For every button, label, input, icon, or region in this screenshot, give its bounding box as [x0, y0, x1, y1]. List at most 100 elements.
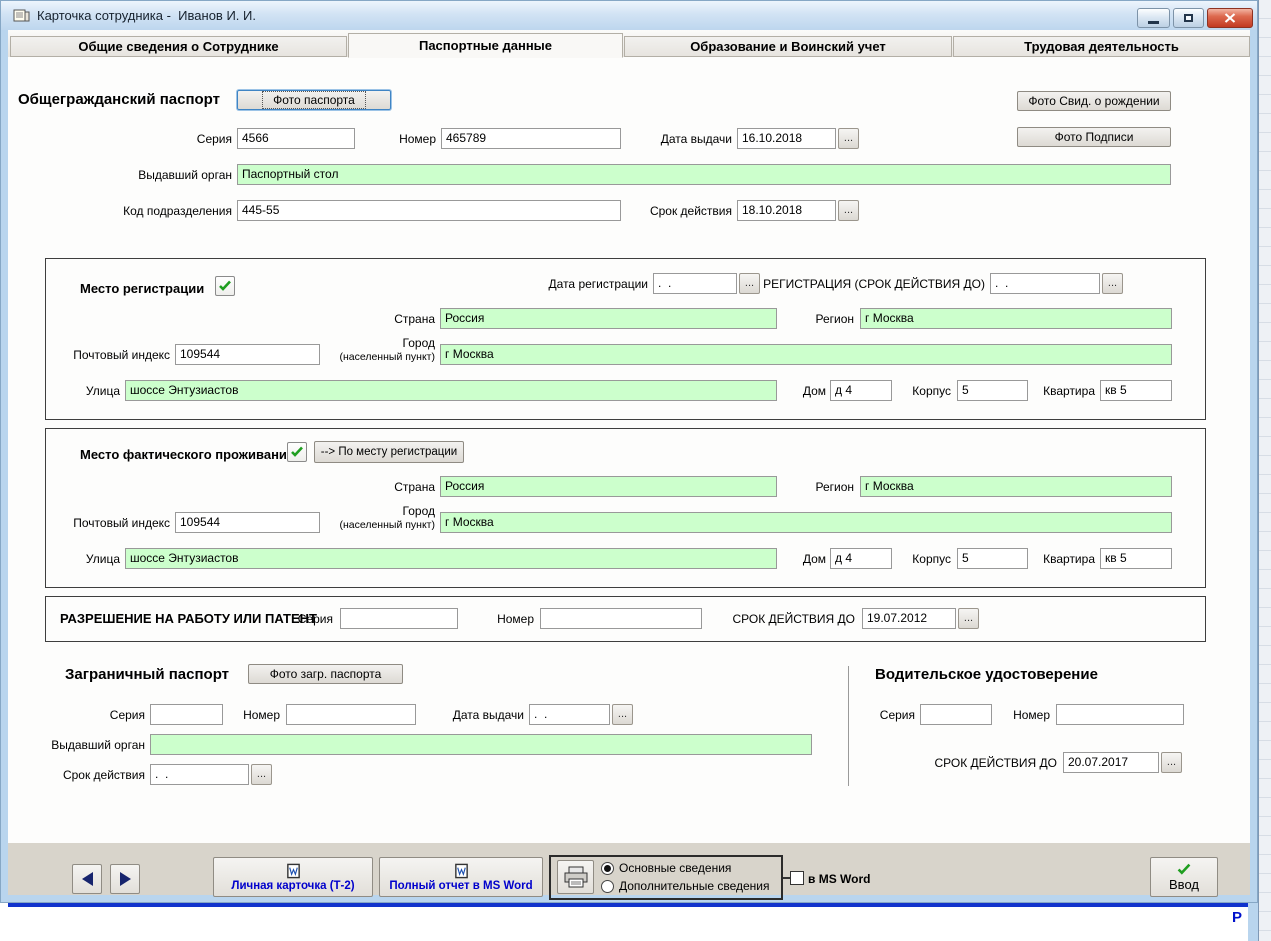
residence-country-input[interactable]: Россия [440, 476, 777, 497]
registration-region-input[interactable]: г Москва [860, 308, 1172, 329]
passport-division-code-label: Код подразделения [102, 204, 232, 218]
passport-issue-date-picker-button[interactable]: ... [838, 128, 859, 149]
report-type-radio-additional[interactable] [601, 880, 614, 893]
tab-general-info[interactable]: Общие сведения о Сотруднике [10, 36, 347, 57]
registration-postal-code-input[interactable]: 109544 [175, 344, 320, 365]
registration-city-label: Город (населенный пункт) [320, 337, 435, 364]
residence-region-input[interactable]: г Москва [860, 476, 1172, 497]
msword-checkbox[interactable] [790, 871, 804, 885]
residence-postal-code-label: Почтовый индекс [68, 516, 170, 530]
driver-license-validity-label: СРОК ДЕЙСТВИЯ ДО [907, 756, 1057, 770]
passport-validity-date-picker-button[interactable]: ... [838, 200, 859, 221]
registration-validity-input[interactable]: . . [990, 273, 1100, 294]
foreign-passport-series-label: Серия [95, 708, 145, 722]
residence-street-input[interactable]: шоссе Энтузиастов [125, 548, 777, 569]
residence-country-label: Страна [365, 480, 435, 494]
titlebar: Карточка сотрудника - Иванов И. И. [1, 1, 1257, 30]
residence-house-label: Дом [786, 552, 826, 566]
driver-license-validity-date-picker-button[interactable]: ... [1161, 752, 1182, 773]
tab-education-military[interactable]: Образование и Воинский учет [624, 36, 952, 57]
minimize-button[interactable] [1137, 8, 1170, 28]
ms-word-doc-icon [286, 863, 301, 879]
driver-license-validity-input[interactable]: 20.07.2017 [1063, 752, 1159, 773]
app-icon [13, 8, 30, 23]
foreign-passport-issue-date-picker-button[interactable]: ... [612, 704, 633, 725]
residence-street-label: Улица [60, 552, 120, 566]
prev-record-button[interactable] [72, 864, 102, 894]
tab-work-activity[interactable]: Трудовая деятельность [953, 36, 1250, 57]
minimize-icon [1148, 21, 1159, 24]
residence-apartment-label: Квартира [1025, 552, 1095, 566]
full-report-msword-button[interactable]: Полный отчет в MS Word [379, 857, 543, 897]
work-permit-validity-input[interactable]: 19.07.2012 [862, 608, 956, 629]
personal-card-t2-button[interactable]: Личная карточка (Т-2) [213, 857, 373, 897]
printer-icon [563, 866, 589, 888]
driver-license-number-input[interactable] [1056, 704, 1184, 725]
passport-issue-date-label: Дата выдачи [632, 132, 732, 146]
driver-license-series-input[interactable] [920, 704, 992, 725]
restore-icon [1184, 14, 1193, 22]
work-permit-number-label: Номер [478, 612, 534, 626]
background-frame-tail [1248, 903, 1258, 941]
close-button[interactable] [1207, 8, 1253, 28]
residence-apartment-input[interactable]: кв 5 [1100, 548, 1172, 569]
registration-apartment-input[interactable]: кв 5 [1100, 380, 1172, 401]
residence-heading: Место фактического проживания [80, 447, 295, 462]
residence-postal-code-input[interactable]: 109544 [175, 512, 320, 533]
photo-signature-button[interactable]: Фото Подписи [1017, 127, 1171, 147]
residence-region-label: Регион [784, 480, 854, 494]
print-button[interactable] [557, 860, 594, 894]
work-permit-heading: РАЗРЕШЕНИЕ НА РАБОТУ ИЛИ ПАТЕНТ [60, 611, 317, 626]
passport-series-label: Серия [152, 132, 232, 146]
residence-building-input[interactable]: 5 [957, 548, 1028, 569]
residence-checkbox[interactable] [287, 442, 307, 462]
registration-validity-date-picker-button[interactable]: ... [1102, 273, 1123, 294]
restore-button[interactable] [1173, 8, 1204, 28]
registration-street-label: Улица [60, 384, 120, 398]
photo-birth-certificate-button[interactable]: Фото Свид. о рождении [1017, 91, 1171, 111]
ms-word-doc-icon [454, 863, 469, 879]
passport-issue-date-input[interactable]: 16.10.2018 [737, 128, 836, 149]
residence-building-label: Корпус [891, 552, 951, 566]
driver-license-series-label: Серия [863, 708, 915, 722]
registration-validity-label: РЕГИСТРАЦИЯ (СРОК ДЕЙСТВИЯ ДО) [750, 277, 985, 291]
registration-house-input[interactable]: д 4 [830, 380, 892, 401]
foreign-passport-number-input[interactable] [286, 704, 416, 725]
foreign-passport-validity-input[interactable]: . . [150, 764, 249, 785]
residence-city-input[interactable]: г Москва [440, 512, 1172, 533]
photo-passport-button[interactable]: Фото паспорта [237, 90, 391, 110]
next-record-button[interactable] [110, 864, 140, 894]
registration-house-label: Дом [786, 384, 826, 398]
registration-checkbox[interactable] [215, 276, 235, 296]
driver-license-number-label: Номер [990, 708, 1050, 722]
registration-region-label: Регион [784, 312, 854, 326]
residence-house-input[interactable]: д 4 [830, 548, 892, 569]
previous-icon [82, 872, 93, 886]
check-icon [290, 446, 304, 458]
submit-button[interactable]: Ввод [1150, 857, 1218, 897]
copy-from-registration-button[interactable]: --> По месту регистрации [314, 441, 464, 463]
foreign-passport-validity-date-picker-button[interactable]: ... [251, 764, 272, 785]
registration-building-input[interactable]: 5 [957, 380, 1028, 401]
passport-number-input[interactable]: 465789 [441, 128, 621, 149]
tab-passport-data[interactable]: Паспортные данные [348, 33, 623, 58]
registration-city-input[interactable]: г Москва [440, 344, 1172, 365]
passport-issuing-authority-input[interactable]: Паспортный стол [237, 164, 1171, 185]
passport-series-input[interactable]: 4566 [237, 128, 355, 149]
passport-division-code-input[interactable]: 445-55 [237, 200, 621, 221]
foreign-passport-issue-date-input[interactable]: . . [529, 704, 610, 725]
foreign-passport-series-input[interactable] [150, 704, 223, 725]
report-type-radio-main[interactable] [601, 862, 614, 875]
check-icon [218, 280, 232, 292]
registration-street-input[interactable]: шоссе Энтузиастов [125, 380, 777, 401]
passport-validity-input[interactable]: 18.10.2018 [737, 200, 836, 221]
work-permit-validity-date-picker-button[interactable]: ... [958, 608, 979, 629]
registration-date-input[interactable]: . . [653, 273, 737, 294]
passport-number-label: Номер [366, 132, 436, 146]
photo-foreign-passport-button[interactable]: Фото загр. паспорта [248, 664, 403, 684]
foreign-passport-issuing-authority-input[interactable] [150, 734, 812, 755]
work-permit-series-input[interactable] [340, 608, 458, 629]
work-permit-number-input[interactable] [540, 608, 702, 629]
passport-heading: Общегражданский паспорт [18, 91, 220, 108]
registration-country-input[interactable]: Россия [440, 308, 777, 329]
